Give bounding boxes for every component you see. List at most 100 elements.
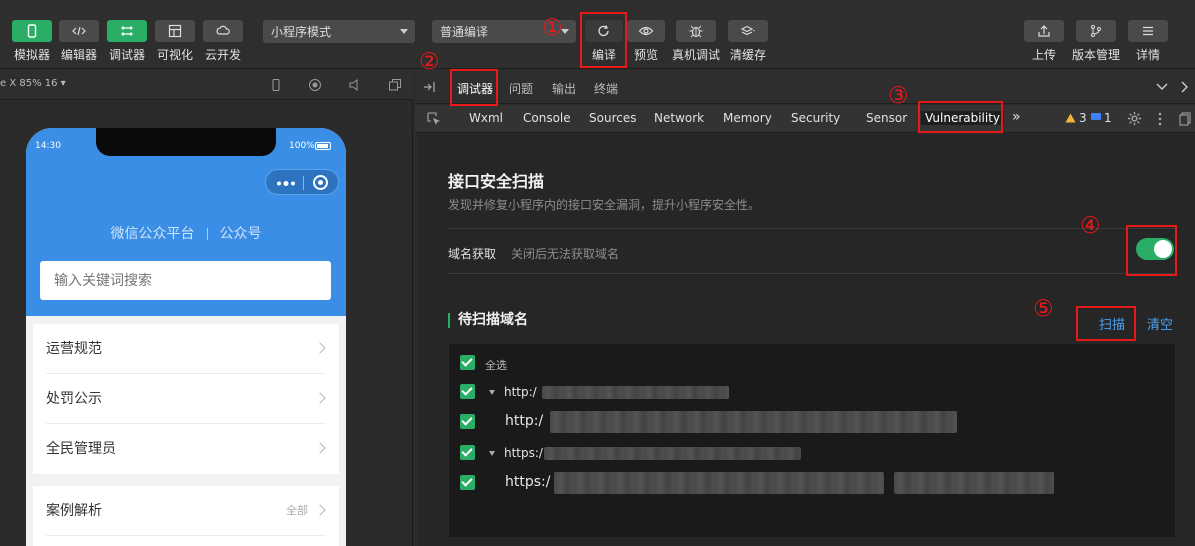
more-tabs-icon[interactable]: » — [1012, 109, 1021, 125]
tab-terminal[interactable]: 终端 — [594, 80, 618, 97]
blurred-domain — [542, 386, 729, 399]
devtools-panel-tabs: Wxml Console Sources Network Memory Secu… — [415, 105, 1195, 133]
device-info[interactable]: e X 85% 16 ▾ — [0, 78, 66, 89]
chevron-right-icon[interactable] — [1180, 81, 1190, 93]
list-item-label: 运营规范 — [46, 341, 102, 357]
tab-memory[interactable]: Memory — [723, 111, 772, 125]
annotation-box-compile — [580, 12, 627, 68]
select-all-label: 全选 — [485, 359, 507, 372]
link-official-account[interactable]: 公众号 — [220, 226, 262, 242]
debugger-toggle-button[interactable] — [107, 20, 147, 42]
branch-icon — [1091, 25, 1101, 37]
chevron-right-icon — [314, 442, 326, 454]
gear-icon[interactable] — [1127, 111, 1142, 126]
domain-text: https:/ — [504, 446, 543, 460]
chevron-right-icon — [314, 392, 326, 404]
phone-icon[interactable] — [269, 78, 283, 92]
tab-issues[interactable]: 问题 — [509, 80, 533, 97]
mini-program-capsule[interactable] — [265, 169, 339, 195]
message-icon — [1091, 113, 1101, 120]
clear-button[interactable]: 清空 — [1147, 314, 1173, 333]
select-all-checkbox[interactable] — [460, 355, 475, 370]
annotation-box-scan — [1076, 306, 1136, 341]
list-item-label: 处罚公示 — [46, 391, 102, 407]
simulator-toggle-button[interactable] — [12, 20, 52, 42]
upload-icon — [1038, 25, 1050, 37]
dock-right-icon[interactable] — [423, 81, 437, 93]
editor-toggle-button[interactable] — [59, 20, 99, 42]
debug-icon — [121, 26, 133, 36]
cloud-icon — [216, 25, 230, 35]
cloud-dev-button[interactable] — [203, 20, 243, 42]
real-device-debug-button[interactable] — [676, 20, 716, 42]
upload-button[interactable] — [1024, 20, 1064, 42]
tab-sensor[interactable]: Sensor — [866, 111, 907, 125]
link-divider — [206, 228, 208, 240]
mode-select[interactable]: 小程序模式 — [263, 20, 415, 43]
message-count[interactable]: 1 — [1104, 111, 1112, 125]
bug-icon — [689, 25, 703, 38]
domain-checkbox[interactable] — [460, 445, 475, 460]
annotation-1: ① — [542, 15, 563, 41]
expand-triangle-icon[interactable] — [489, 390, 495, 395]
tab-network[interactable]: Network — [654, 111, 704, 125]
preview-label: 预览 — [633, 48, 658, 62]
tab-security[interactable]: Security — [791, 111, 840, 125]
real-device-debug-label: 真机调试 — [671, 48, 720, 62]
preview-button[interactable] — [627, 20, 665, 42]
details-label: 详情 — [1135, 48, 1160, 62]
visual-toggle-button[interactable] — [155, 20, 195, 42]
inspect-element-icon[interactable] — [427, 112, 441, 126]
devtools-top-tabs: 调试器 问题 输出 终端 — [415, 70, 1195, 104]
battery-icon — [315, 142, 331, 150]
domain-checkbox[interactable] — [460, 384, 475, 399]
annotation-2: ② — [419, 49, 440, 75]
tab-output[interactable]: 输出 — [552, 80, 576, 97]
domain-fetch-description: 关闭后无法获取域名 — [511, 247, 620, 261]
link-wechat-platform[interactable]: 微信公众平台 — [111, 226, 195, 242]
popout-icon[interactable] — [388, 78, 402, 92]
annotation-5: ⑤ — [1033, 296, 1054, 322]
chevron-down-icon[interactable] — [1156, 82, 1168, 92]
tab-wxml[interactable]: Wxml — [469, 111, 503, 125]
chevron-down-icon — [400, 29, 408, 34]
simulator-panel: e X 85% 16 ▾ 14:30 100% 微信公众平台 公众号 运营规范 处… — [0, 70, 413, 546]
version-management-button[interactable] — [1076, 20, 1116, 42]
domain-fetch-label: 域名获取 — [448, 247, 497, 261]
upload-label: 上传 — [1031, 48, 1056, 62]
list-item[interactable]: 全民管理员 — [46, 424, 326, 474]
domain-checkbox[interactable] — [460, 414, 475, 429]
tab-console[interactable]: Console — [523, 111, 571, 125]
tab-sources[interactable]: Sources — [589, 111, 636, 125]
chevron-right-icon — [314, 504, 326, 516]
warning-count[interactable]: 3 — [1079, 111, 1087, 125]
editor-label: 编辑器 — [60, 48, 97, 62]
domain-text: http:/ — [504, 385, 537, 399]
close-circle-icon[interactable] — [313, 175, 328, 190]
annotation-box-toggle — [1126, 225, 1177, 276]
list-item[interactable]: 案例解析 全部 — [46, 486, 326, 536]
kebab-menu-icon[interactable] — [1158, 112, 1162, 126]
domain-list: 全选 http:/ http:/ https:/ https:/ — [449, 344, 1175, 537]
speaker-icon[interactable] — [348, 78, 362, 92]
list-item[interactable]: 处罚公示 — [46, 374, 326, 424]
domain-checkbox[interactable] — [460, 475, 475, 490]
version-management-label: 版本管理 — [1071, 48, 1120, 62]
page-title: 接口安全扫描 — [448, 172, 545, 191]
cloud-dev-label: 云开发 — [204, 48, 241, 62]
more-dots-icon[interactable] — [276, 181, 296, 186]
capsule-divider — [303, 176, 304, 190]
copy-icon[interactable] — [1179, 112, 1191, 126]
layers-icon — [740, 25, 755, 36]
record-icon[interactable] — [308, 78, 322, 92]
simulator-label: 模拟器 — [13, 48, 50, 62]
phone-search-input[interactable] — [40, 261, 331, 300]
annotation-3: ③ — [888, 83, 909, 109]
chevron-right-icon — [314, 342, 326, 354]
expand-triangle-icon[interactable] — [489, 451, 495, 456]
clear-cache-button[interactable] — [728, 20, 768, 42]
list-item[interactable]: 运营规范 — [46, 324, 326, 374]
mode-select-value: 小程序模式 — [271, 25, 332, 39]
details-button[interactable] — [1128, 20, 1168, 42]
blurred-domain — [544, 447, 801, 460]
